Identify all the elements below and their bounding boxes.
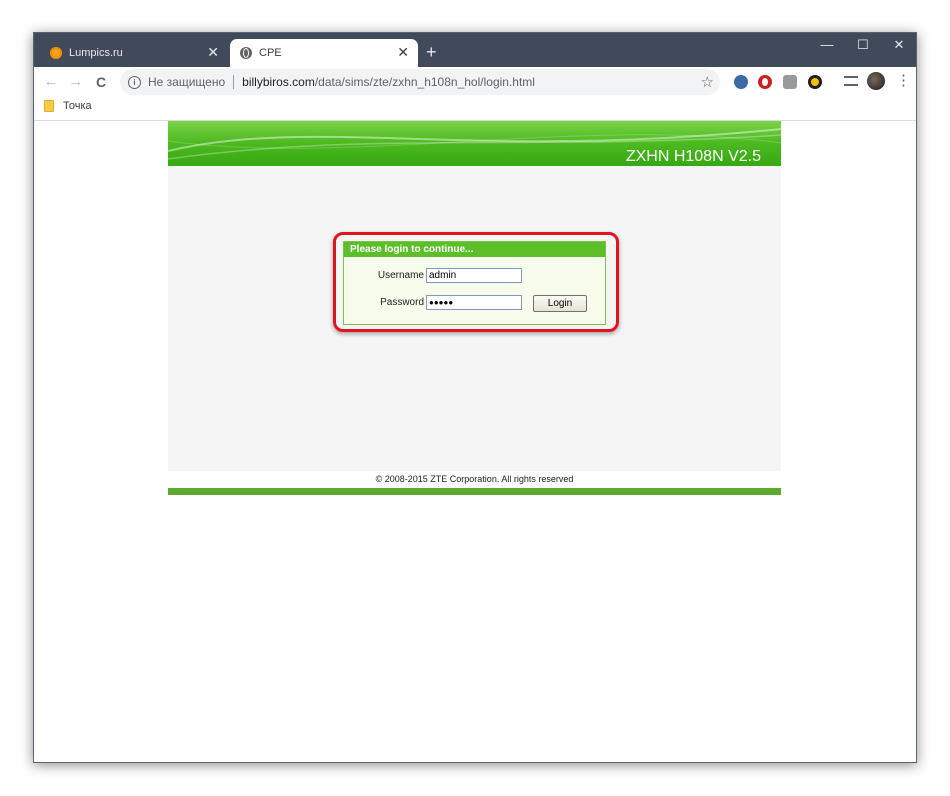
router-header: ZXHN H108N V2.5 (168, 121, 781, 166)
title-bar: Lumpics.ru ✕ CPE ✕ + — ☐ ✕ (34, 33, 916, 67)
extension-opera-icon[interactable] (758, 75, 772, 89)
bookmark-tochka[interactable]: Точка (44, 100, 92, 112)
bookmark-page-icon (44, 100, 54, 112)
profile-avatar[interactable] (867, 72, 885, 90)
page-content: ZXHN H108N V2.5 Please login to continue… (34, 121, 916, 762)
bookmark-star-icon[interactable]: ☆ (701, 73, 714, 91)
footer-bar (168, 488, 781, 495)
menu-dots-icon[interactable]: ⋮ (896, 72, 911, 90)
password-label: Password (380, 297, 424, 308)
router-body: Please login to continue... Username adm… (168, 166, 781, 471)
minimize-button[interactable]: — (812, 37, 842, 52)
security-status[interactable]: Не защищено (148, 75, 225, 89)
tab-cpe[interactable]: CPE ✕ (230, 39, 418, 67)
login-panel: Please login to continue... Username adm… (343, 241, 606, 325)
reload-icon[interactable]: C (92, 73, 110, 91)
tab-close-icon[interactable]: ✕ (207, 45, 219, 59)
router-model-title: ZXHN H108N V2.5 (625, 148, 761, 165)
address-bar[interactable]: i Не защищено billybiros.com/data/sims/z… (120, 69, 720, 95)
bookmarks-bar: Точка (34, 97, 916, 121)
extension-gear-icon[interactable] (734, 75, 748, 89)
tab-close-icon[interactable]: ✕ (397, 45, 409, 59)
window-close-button[interactable]: ✕ (884, 37, 914, 53)
extension-grey-icon[interactable] (783, 75, 797, 89)
login-panel-title: Please login to continue... (344, 242, 605, 257)
divider (233, 75, 235, 89)
lumpics-favicon-icon (50, 47, 62, 59)
new-tab-button[interactable]: + (426, 43, 437, 61)
maximize-button[interactable]: ☐ (848, 37, 878, 53)
tab-lumpics[interactable]: Lumpics.ru ✕ (42, 39, 228, 67)
forward-arrow-icon[interactable]: → (67, 73, 85, 91)
copyright-footer: © 2008-2015 ZTE Corporation. All rights … (168, 471, 781, 488)
tab-title: CPE (259, 47, 282, 59)
browser-window: Lumpics.ru ✕ CPE ✕ + — ☐ ✕ ← → C i Не за… (33, 32, 917, 763)
bookmark-label: Точка (63, 100, 92, 112)
login-button[interactable]: Login (533, 295, 587, 312)
info-icon[interactable]: i (128, 75, 141, 89)
globe-icon (240, 47, 252, 59)
username-input[interactable]: admin (426, 268, 522, 283)
password-input[interactable]: ●●●●● (426, 295, 522, 310)
browser-toolbar: ← → C i Не защищено billybiros.com/data/… (34, 67, 916, 97)
router-login-page: ZXHN H108N V2.5 Please login to continue… (168, 121, 781, 495)
reading-list-icon[interactable] (844, 76, 858, 86)
back-arrow-icon[interactable]: ← (42, 73, 60, 91)
url-path[interactable]: /data/sims/zte/zxhn_h108n_hol/login.html (315, 75, 535, 89)
tab-title: Lumpics.ru (69, 47, 123, 59)
extension-shield-icon[interactable] (808, 75, 822, 89)
username-label: Username (377, 270, 424, 281)
url-domain[interactable]: billybiros.com (242, 75, 315, 89)
